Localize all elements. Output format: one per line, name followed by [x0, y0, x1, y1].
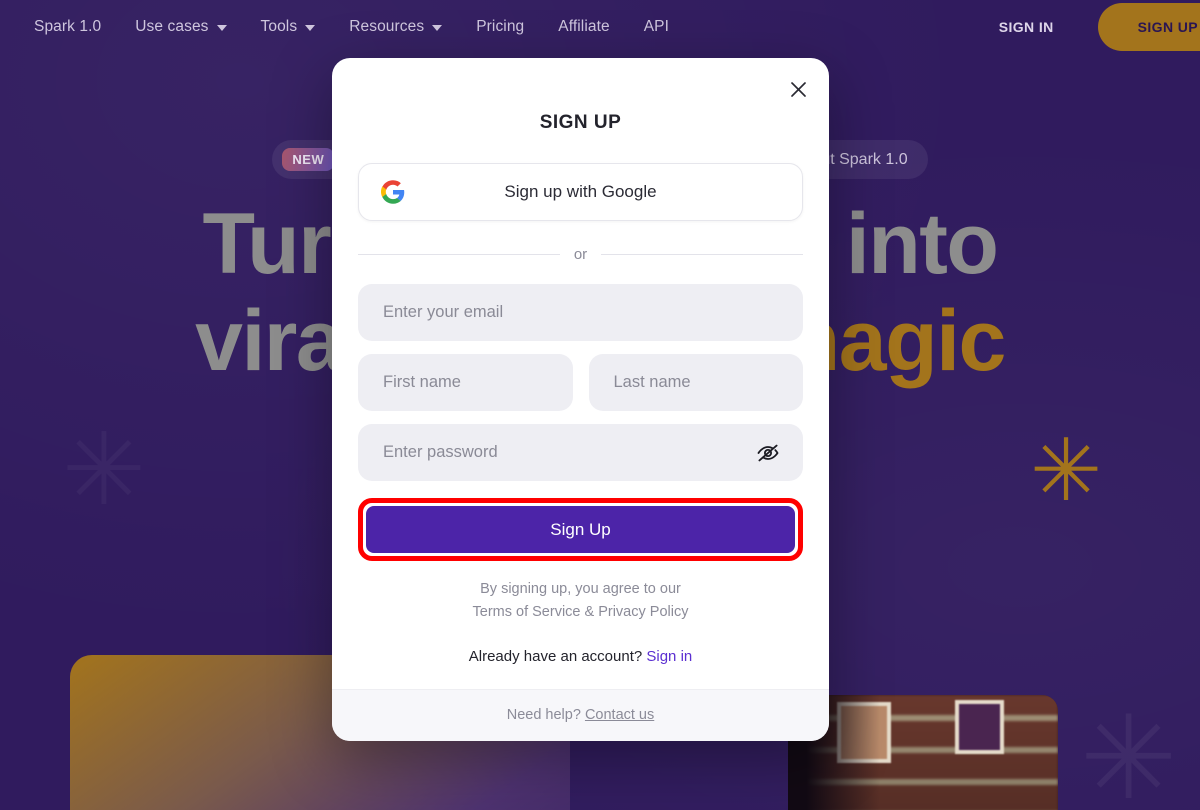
modal-title: SIGN UP [539, 112, 622, 133]
nav-item-affiliate[interactable]: Affiliate [558, 18, 609, 36]
email-field[interactable]: Enter your email [358, 284, 803, 341]
nav-item-affiliate-label: Affiliate [558, 18, 610, 35]
divider-label: or [573, 246, 588, 263]
nav-item-api[interactable]: API [644, 18, 669, 36]
chevron-down-icon [216, 25, 227, 31]
asterisk-decoration-left: ✳ [62, 420, 146, 520]
close-x-glyph [790, 81, 806, 97]
need-help-text: Need help? [506, 707, 581, 724]
page-root: Spark 1.0 Use cases Tools Resources Pric… [0, 0, 1200, 810]
terms-text: By signing up, you agree to our Terms of… [358, 578, 803, 624]
nav-item-resources[interactable]: Resources [349, 18, 443, 36]
nav-sign-in-link[interactable]: SIGN IN [999, 19, 1098, 35]
already-account-row: Already have an account? Sign in [358, 648, 803, 669]
divider-or: or [358, 246, 803, 263]
already-account-text: Already have an account? [468, 648, 643, 666]
nav-item-spark-label: Spark 1.0 [34, 18, 102, 35]
nav-item-tools[interactable]: Tools [261, 18, 316, 36]
name-fields-row: First name Last name [358, 354, 803, 411]
asterisk-decoration-bottom: ✳ [1080, 693, 1178, 810]
modal-sign-in-link[interactable]: Sign in [646, 648, 692, 665]
signup-button-highlight: Sign Up [358, 498, 803, 561]
nav-item-tools-label: Tools [260, 18, 298, 35]
eye-off-icon[interactable] [755, 440, 781, 466]
first-name-placeholder: First name [383, 373, 461, 391]
nav-item-use-cases[interactable]: Use cases [135, 18, 227, 36]
nav-item-api-label: API [643, 18, 670, 35]
eye-off-glyph [757, 444, 779, 461]
password-field[interactable]: Enter password [358, 424, 803, 481]
last-name-field[interactable]: Last name [588, 354, 803, 411]
photo-picture-frame-2 [955, 700, 1004, 755]
last-name-placeholder: Last name [613, 373, 691, 391]
signup-submit-button[interactable]: Sign Up [366, 506, 795, 553]
terms-link[interactable]: Terms of Service & Privacy Policy [358, 601, 803, 624]
google-icon [381, 180, 405, 204]
signup-modal: SIGN UP Sign up with Google or Enter you… [332, 58, 829, 742]
chevron-down-icon [432, 25, 443, 31]
new-badge: NEW [282, 148, 335, 171]
divider-line-right [601, 254, 803, 255]
first-name-field[interactable]: First name [358, 354, 573, 411]
asterisk-decoration-right: ✳ [1030, 423, 1103, 519]
contact-us-link[interactable]: Contact us [585, 707, 654, 723]
nav-item-resources-label: Resources [349, 18, 425, 35]
nav-sign-up-button[interactable]: SIGN UP [1097, 3, 1200, 51]
signup-modal-body: SIGN UP Sign up with Google or Enter you… [332, 58, 829, 689]
email-field-placeholder: Enter your email [383, 303, 504, 321]
nav-item-spark[interactable]: Spark 1.0 [34, 18, 101, 36]
nav-actions-group: SIGN IN SIGN UP [999, 3, 1200, 51]
nav-item-pricing-label: Pricing [476, 18, 525, 35]
google-signup-button[interactable]: Sign up with Google [358, 163, 803, 221]
top-navigation-bar: Spark 1.0 Use cases Tools Resources Pric… [0, 0, 1200, 54]
divider-line-left [358, 254, 560, 255]
nav-links-group: Spark 1.0 Use cases Tools Resources Pric… [34, 18, 669, 36]
nav-item-pricing[interactable]: Pricing [476, 18, 524, 36]
terms-line-1: By signing up, you agree to our [480, 581, 681, 597]
close-icon[interactable] [785, 76, 811, 102]
nav-item-use-cases-label: Use cases [135, 18, 209, 35]
modal-footer: Need help? Contact us [332, 689, 829, 742]
password-placeholder: Enter password [383, 443, 498, 461]
google-g-glyph [381, 180, 405, 204]
chevron-down-icon [305, 25, 316, 31]
google-signup-label: Sign up with Google [504, 182, 657, 201]
